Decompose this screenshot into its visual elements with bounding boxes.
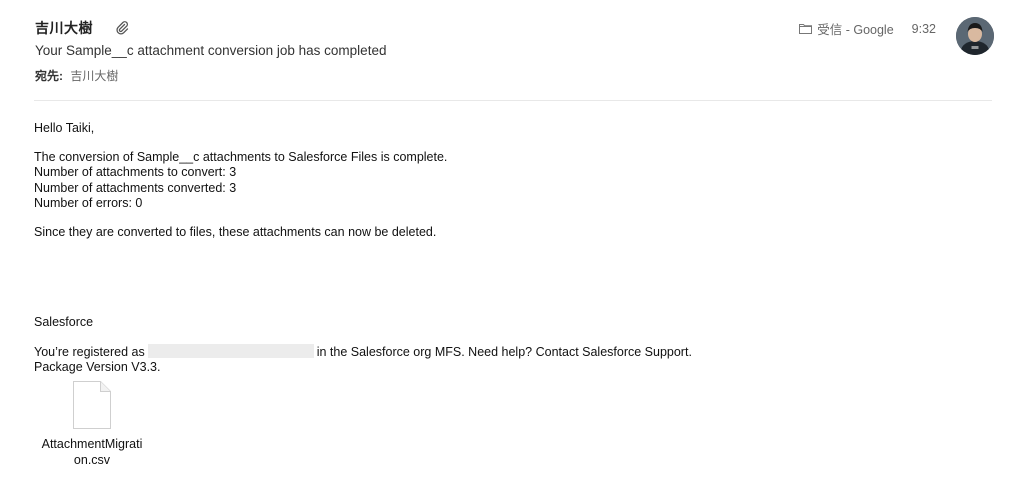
recipient-row: 宛先: 吉川大樹	[35, 67, 118, 84]
attachments-to-convert-text: Number of attachments to convert: 3	[34, 165, 237, 179]
avatar-portrait-icon	[956, 17, 994, 55]
sender-name[interactable]: 吉川大樹	[35, 18, 93, 38]
document-icon	[73, 381, 111, 429]
attachments-converted-text: Number of attachments converted: 3	[34, 180, 237, 195]
signature: Salesforce	[34, 315, 94, 329]
message-meta: 受信 - Google 9:32	[799, 19, 936, 38]
package-version-text: Package Version V3.3.	[34, 360, 161, 374]
errors-count-text: Number of errors: 0	[34, 196, 143, 210]
recipient-label: 宛先:	[35, 69, 63, 83]
header-divider	[34, 100, 992, 101]
attachment-filename: AttachmentMigration.csv	[41, 437, 143, 467]
subject-line: Your Sample__c attachment conversion job…	[35, 43, 387, 58]
deletion-note-text: Since they are converted to files, these…	[34, 224, 437, 239]
attachment-item[interactable]: AttachmentMigration.csv	[40, 380, 144, 468]
greeting: Hello Taiki,	[34, 121, 95, 135]
message-body: Hello Taiki, The conversion of Sample__c…	[34, 121, 984, 376]
redacted-email	[147, 343, 314, 358]
message-header: 吉川大樹 Your Sample__c attachment conversio…	[35, 14, 994, 99]
avatar[interactable]	[956, 17, 994, 55]
sender-row: 吉川大樹	[35, 18, 129, 38]
registration-prefix: You’re registered as	[34, 344, 145, 359]
paperclip-icon	[116, 21, 129, 35]
folder-icon	[799, 24, 813, 34]
registration-suffix: in the Salesforce org MFS. Need help? Co…	[316, 344, 692, 359]
registration-text: You’re registered as in the Salesforce or…	[34, 343, 984, 361]
recipient-name[interactable]: 吉川大樹	[70, 69, 118, 83]
folder-label[interactable]: 受信 - Google	[817, 19, 893, 38]
conversion-status-text: The conversion of Sample__c attachments …	[34, 149, 448, 164]
received-time: 9:32	[911, 21, 936, 36]
